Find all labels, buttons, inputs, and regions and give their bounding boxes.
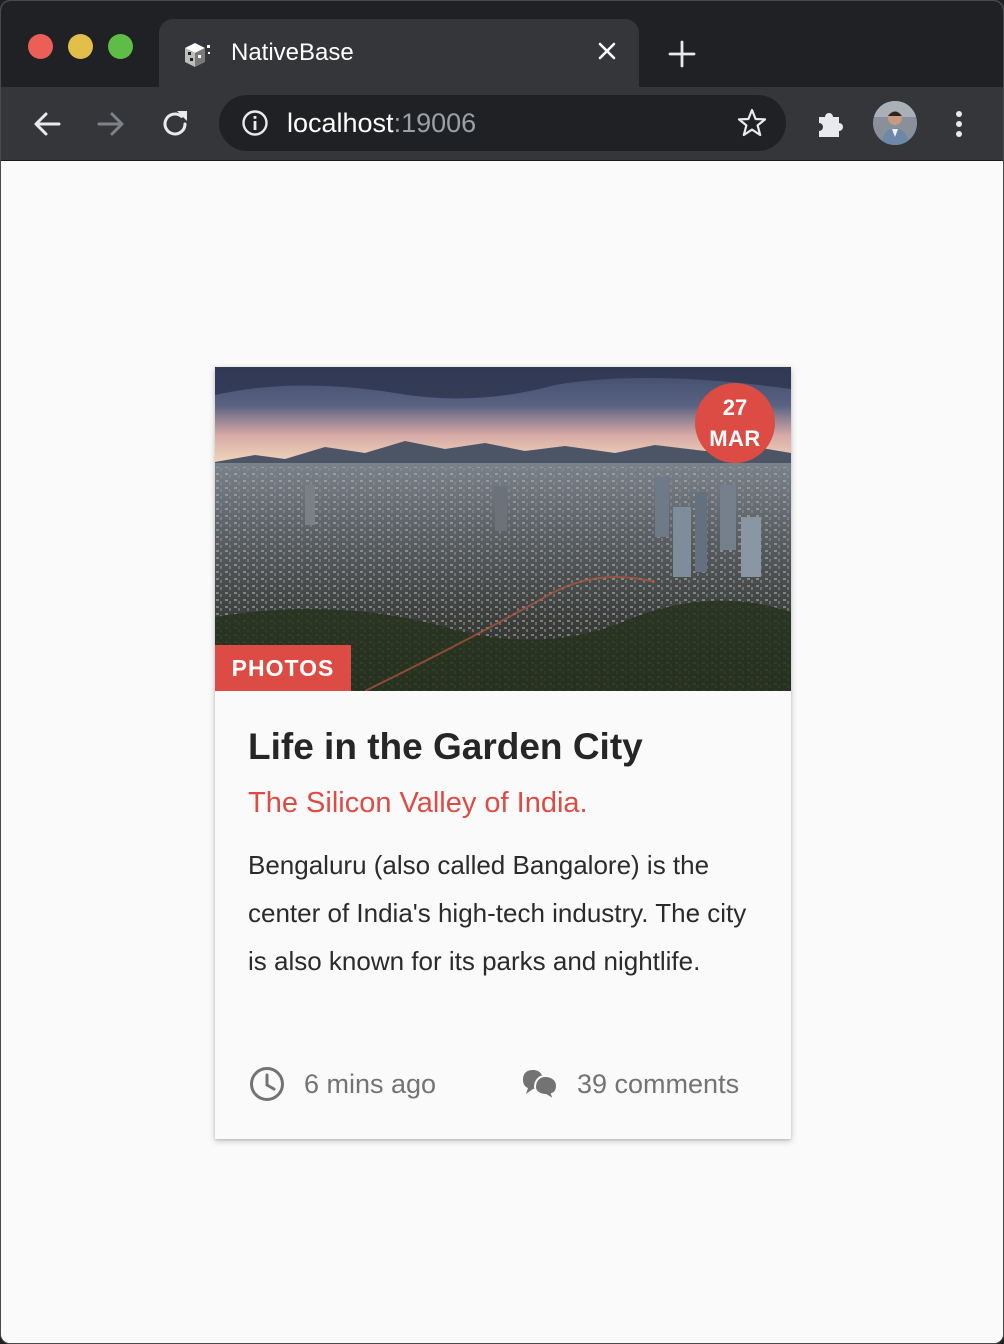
close-icon[interactable] <box>593 37 621 65</box>
star-icon[interactable] <box>736 107 768 139</box>
card-subtitle: The Silicon Valley of India. <box>248 787 588 819</box>
profile-photo <box>873 101 917 145</box>
url-host: localhost <box>287 108 394 138</box>
date-badge: 27 MAR <box>695 383 775 463</box>
url-text: localhost:19006 <box>287 108 476 138</box>
minimize-window-button[interactable] <box>68 34 93 59</box>
plus-icon[interactable] <box>665 37 699 71</box>
more-vertical-icon[interactable] <box>945 105 973 143</box>
tab-nativebase[interactable]: NativeBase <box>159 19 639 87</box>
browser-window: NativeBase localhost:19006 27 MAR PHOTOS… <box>0 0 1004 1344</box>
page-content: 27 MAR PHOTOS Life in the Garden City Th… <box>1 161 1003 1343</box>
maximize-window-button[interactable] <box>108 34 133 59</box>
address-bar[interactable]: localhost:19006 <box>219 95 786 151</box>
time-meta: 6 mins ago <box>248 1064 436 1104</box>
tab-strip: NativeBase <box>1 1 1003 87</box>
arrow-right-icon[interactable] <box>93 106 129 142</box>
article-card[interactable]: 27 MAR PHOTOS Life in the Garden City Th… <box>215 367 791 1139</box>
close-window-button[interactable] <box>28 34 53 59</box>
clock-icon <box>250 1067 284 1101</box>
date-month: MAR <box>709 426 761 451</box>
reload-icon[interactable] <box>157 106 193 142</box>
url-port: :19006 <box>393 108 477 138</box>
avatar[interactable] <box>873 101 917 145</box>
info-icon[interactable] <box>241 109 269 137</box>
tab-title: NativeBase <box>231 39 354 66</box>
puzzle-icon[interactable] <box>813 105 849 141</box>
comments-count: 39 comments <box>577 1069 740 1099</box>
time-ago: 6 mins ago <box>304 1069 437 1099</box>
nativebase-cube-icon <box>185 43 210 67</box>
category-badge[interactable]: PHOTOS <box>215 645 351 691</box>
comments-meta[interactable]: 39 comments <box>521 1064 739 1104</box>
arrow-left-icon[interactable] <box>29 106 65 142</box>
card-title: Life in the Garden City <box>248 726 643 767</box>
browser-toolbar: localhost:19006 <box>1 87 1003 161</box>
date-day: 27 <box>722 395 748 420</box>
card-description: Bengaluru (also called Bangalore) is the… <box>248 850 747 976</box>
chat-bubbles-icon <box>523 1070 559 1103</box>
